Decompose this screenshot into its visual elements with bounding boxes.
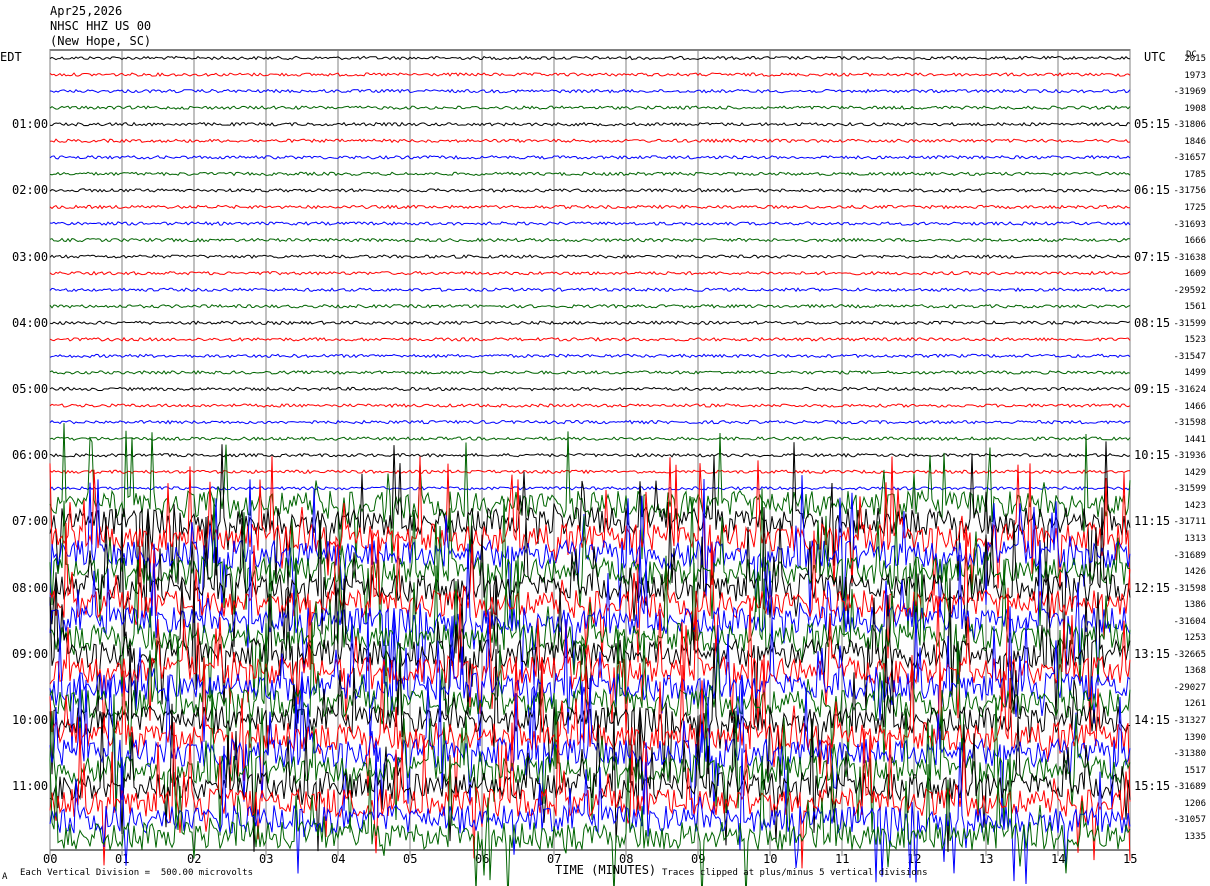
trace-line-15 — [49, 303, 1131, 309]
trace-line-25 — [49, 469, 1131, 475]
x-axis-title: TIME (MINUTES) — [555, 863, 657, 877]
trace-line-6 — [49, 154, 1131, 160]
trace-line-11 — [49, 237, 1131, 243]
trace-line-5 — [49, 138, 1131, 144]
trace-line-22 — [49, 419, 1131, 425]
helicorder-plot — [49, 49, 1131, 886]
trace-line-19 — [49, 370, 1131, 375]
trace-line-26 — [49, 485, 1131, 491]
trace-line-12 — [49, 254, 1131, 260]
trace-line-3 — [49, 105, 1131, 110]
trace-line-0 — [49, 55, 1131, 61]
trace-line-10 — [49, 221, 1131, 226]
clip-note: Traces clipped at plus/minus 5 vertical … — [662, 868, 928, 878]
scale-note: Each Vertical Division = 500.00 microvol… — [20, 868, 253, 878]
trace-line-24 — [49, 452, 1131, 458]
trace-line-1 — [49, 72, 1131, 77]
trace-line-18 — [49, 353, 1131, 359]
trace-line-2 — [49, 88, 1131, 94]
trace-line-13 — [49, 270, 1131, 276]
trace-line-23 — [49, 436, 1131, 442]
trace-line-20 — [49, 386, 1131, 392]
trace-line-8 — [49, 187, 1131, 193]
trace-line-16 — [49, 320, 1131, 326]
trace-line-14 — [49, 287, 1131, 293]
corner-mark: A — [2, 872, 8, 882]
trace-line-17 — [49, 336, 1131, 342]
trace-line-9 — [49, 204, 1130, 210]
trace-line-21 — [49, 403, 1131, 408]
trace-line-4 — [49, 121, 1131, 127]
trace-line-7 — [49, 171, 1131, 177]
